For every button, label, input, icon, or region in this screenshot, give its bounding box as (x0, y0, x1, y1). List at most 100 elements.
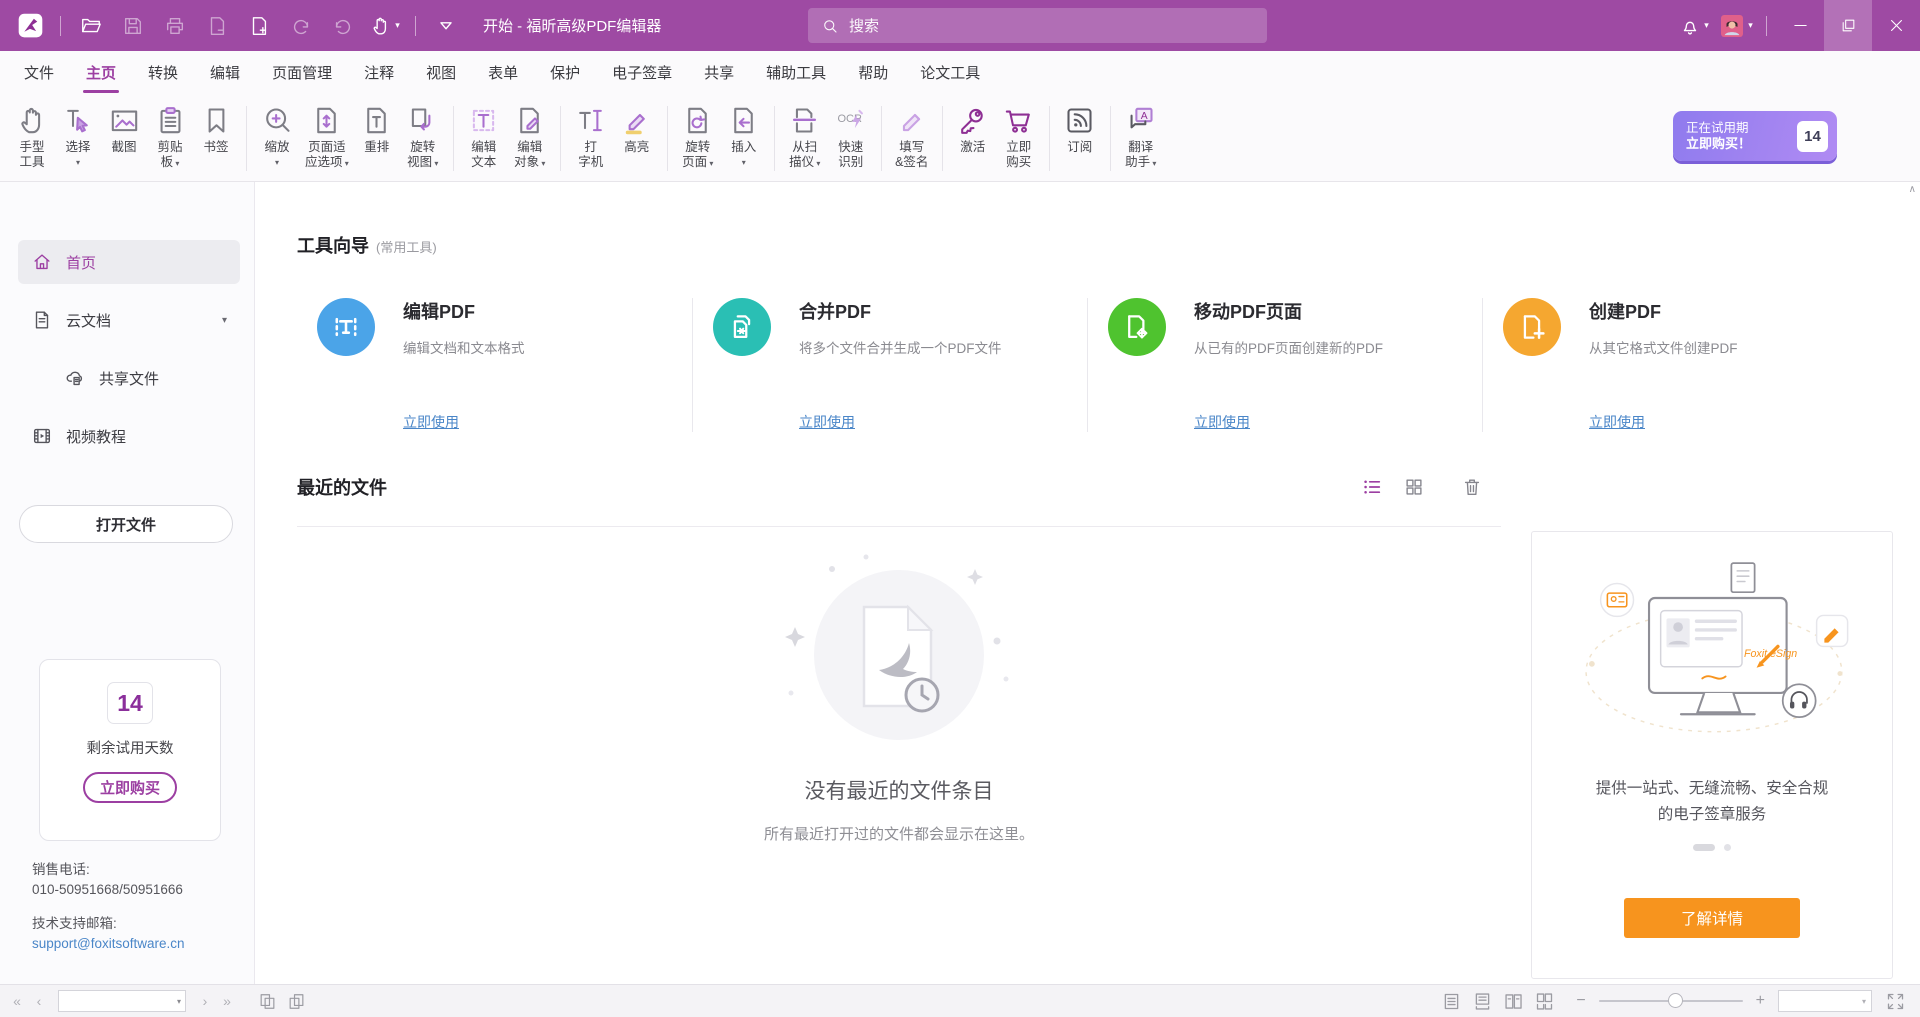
trash-icon[interactable] (1461, 476, 1483, 498)
menu-item-share[interactable]: 共享 (688, 51, 750, 94)
toolbar-from-scanner-button[interactable]: 从扫描仪 ▾ (782, 98, 828, 173)
learn-more-button[interactable]: 了解详情 (1624, 898, 1800, 938)
first-page-icon[interactable]: « (10, 993, 24, 1009)
wizard-card-text: 创建PDF从其它格式文件创建PDF (1589, 298, 1738, 357)
menu-item-form[interactable]: 表单 (472, 51, 534, 94)
wizard-card-description: 从其它格式文件创建PDF (1589, 337, 1738, 357)
toolbar-bookmark-button[interactable]: 书签 (193, 98, 239, 157)
toolbar-clipboard-button[interactable]: 剪贴板 ▾ (147, 98, 193, 173)
menu-item-protect[interactable]: 保护 (534, 51, 596, 94)
toolbar-group: 从扫描仪 ▾OCR快速识别 (777, 98, 879, 181)
facing-view-icon[interactable] (1503, 991, 1524, 1012)
open-file-button[interactable]: 打开文件 (19, 505, 233, 543)
page-number-field[interactable] (59, 991, 177, 1011)
ribbon-collapse-icon (435, 15, 457, 37)
continuous-view-icon[interactable] (1472, 991, 1493, 1012)
toolbar-select-button[interactable]: 选择▾ (55, 98, 101, 172)
toolbar-reflow-button[interactable]: 重排 (354, 98, 400, 157)
toolbar-snapshot-button[interactable]: 截图 (101, 98, 147, 157)
zoom-slider[interactable] (1599, 1000, 1743, 1002)
last-page-icon[interactable]: » (220, 993, 234, 1009)
menu-item-convert[interactable]: 转换 (132, 51, 194, 94)
toolbar-insert-button[interactable]: 插入▾ (721, 98, 767, 172)
sidebar-item-video-tutorials[interactable]: 视频教程 (18, 414, 240, 458)
zoom-out-icon[interactable]: − (1576, 993, 1585, 1009)
trial-badge[interactable]: 正在试用期 立即购买！ 14 (1673, 111, 1837, 161)
search-box[interactable]: 搜索 (808, 8, 1267, 43)
toolbar-hand-tool-button[interactable]: 手型工具 (9, 98, 55, 172)
collapse-ribbon-button[interactable] (429, 9, 463, 43)
toolbar-activate-button[interactable]: 激活 (950, 98, 996, 157)
menu-item-help[interactable]: 帮助 (842, 51, 904, 94)
toolbar-button-label: 激活 (960, 140, 985, 155)
close-button[interactable] (1872, 0, 1920, 51)
menu-item-file[interactable]: 文件 (8, 51, 70, 94)
sidebar-item-label: 首页 (66, 252, 96, 273)
caret-down-icon[interactable]: ▾ (222, 315, 227, 326)
zoom-slider-thumb[interactable] (1668, 993, 1683, 1008)
toolbar-translate-assistant-button[interactable]: A翻译助手 ▾ (1118, 98, 1164, 173)
account-button[interactable]: ▾ (1719, 9, 1753, 43)
toolbar-rotate-page-button[interactable]: 旋转页面 ▾ (675, 98, 721, 173)
restore-button[interactable] (1824, 0, 1872, 51)
toolbar-rotate-view-button[interactable]: 旋转视图 ▾ (400, 98, 446, 173)
toolbar-zoom-button[interactable]: 缩放▾ (254, 98, 300, 172)
notifications-button[interactable]: ▾ (1677, 9, 1711, 43)
toolbar-highlight-button[interactable]: 高亮 (614, 98, 660, 157)
add-page-button[interactable] (242, 9, 276, 43)
print-button[interactable] (158, 9, 192, 43)
menu-item-home[interactable]: 主页 (70, 51, 132, 94)
save-button[interactable] (116, 9, 150, 43)
menu-item-paper-tools[interactable]: 论文工具 (904, 51, 996, 94)
sidebar-item-cloud-docs[interactable]: 云文档 ▾ (18, 298, 240, 342)
redo-icon (332, 15, 354, 37)
facing-continuous-view-icon[interactable] (1534, 991, 1555, 1012)
toolbar-fit-options-button[interactable]: 页面适应选项 ▾ (300, 98, 354, 173)
use-now-link-move-pdf-pages[interactable]: 立即使用 (1194, 412, 1250, 432)
undo-button[interactable] (284, 9, 318, 43)
toolbar-edit-text-button[interactable]: 编辑文本 (461, 98, 507, 172)
zoom-level-select[interactable]: ▾ (1778, 990, 1872, 1012)
trial-card: 14 剩余试用天数 立即购买 (39, 659, 221, 841)
fullscreen-icon[interactable] (1885, 991, 1906, 1012)
minimize-button[interactable] (1776, 0, 1824, 51)
select-icon (62, 104, 95, 137)
buy-now-button[interactable]: 立即购买 (83, 772, 177, 803)
toolbar-fill-sign-button[interactable]: 填写&签名 (889, 98, 935, 172)
delete-page-button[interactable] (200, 9, 234, 43)
use-now-link-create-pdf[interactable]: 立即使用 (1589, 412, 1645, 432)
menu-item-esign[interactable]: 电子签章 (596, 51, 688, 94)
open-file-quick-button[interactable] (74, 9, 108, 43)
page-number-input[interactable]: ▾ (58, 990, 186, 1012)
previous-view-icon[interactable] (258, 992, 277, 1011)
zoom-in-icon[interactable]: + (1756, 993, 1765, 1009)
grid-view-icon[interactable] (1403, 476, 1425, 498)
svg-text:A: A (1141, 111, 1148, 122)
scroll-up-icon[interactable]: ∧ (1909, 184, 1916, 195)
toolbar-typewriter-button[interactable]: 打字机 (568, 98, 614, 172)
carousel-dot[interactable] (1724, 844, 1731, 851)
sidebar-item-home[interactable]: 首页 (18, 240, 240, 284)
use-now-link-merge-pdf[interactable]: 立即使用 (799, 412, 855, 432)
next-page-icon[interactable]: › (198, 993, 212, 1009)
menu-item-edit[interactable]: 编辑 (194, 51, 256, 94)
use-now-link-edit-pdf[interactable]: 立即使用 (403, 412, 459, 432)
toolbar-edit-object-button[interactable]: 编辑对象 ▾ (507, 98, 553, 173)
sidebar-item-shared-files[interactable]: 共享文件 (18, 356, 240, 400)
menu-item-accessibility[interactable]: 辅助工具 (750, 51, 842, 94)
single-page-view-icon[interactable] (1441, 991, 1462, 1012)
previous-page-icon[interactable]: ‹ (32, 993, 46, 1009)
touch-mode-button[interactable]: ▾ (368, 9, 402, 43)
support-email-link[interactable]: support@foxitsoftware.cn (32, 936, 185, 951)
redo-button[interactable] (326, 9, 360, 43)
list-view-icon[interactable] (1361, 476, 1383, 498)
sidebar-item-label: 云文档 (66, 310, 111, 331)
toolbar-quick-ocr-button[interactable]: OCR快速识别 (828, 98, 874, 172)
next-view-icon[interactable] (287, 992, 306, 1011)
menu-item-comment[interactable]: 注释 (348, 51, 410, 94)
menu-item-view[interactable]: 视图 (410, 51, 472, 94)
toolbar-purchase-button[interactable]: 立即购买 (996, 98, 1042, 172)
menu-item-page-organize[interactable]: 页面管理 (256, 51, 348, 94)
toolbar-subscribe-button[interactable]: 订阅 (1057, 98, 1103, 157)
carousel-dot-active[interactable] (1693, 844, 1715, 851)
